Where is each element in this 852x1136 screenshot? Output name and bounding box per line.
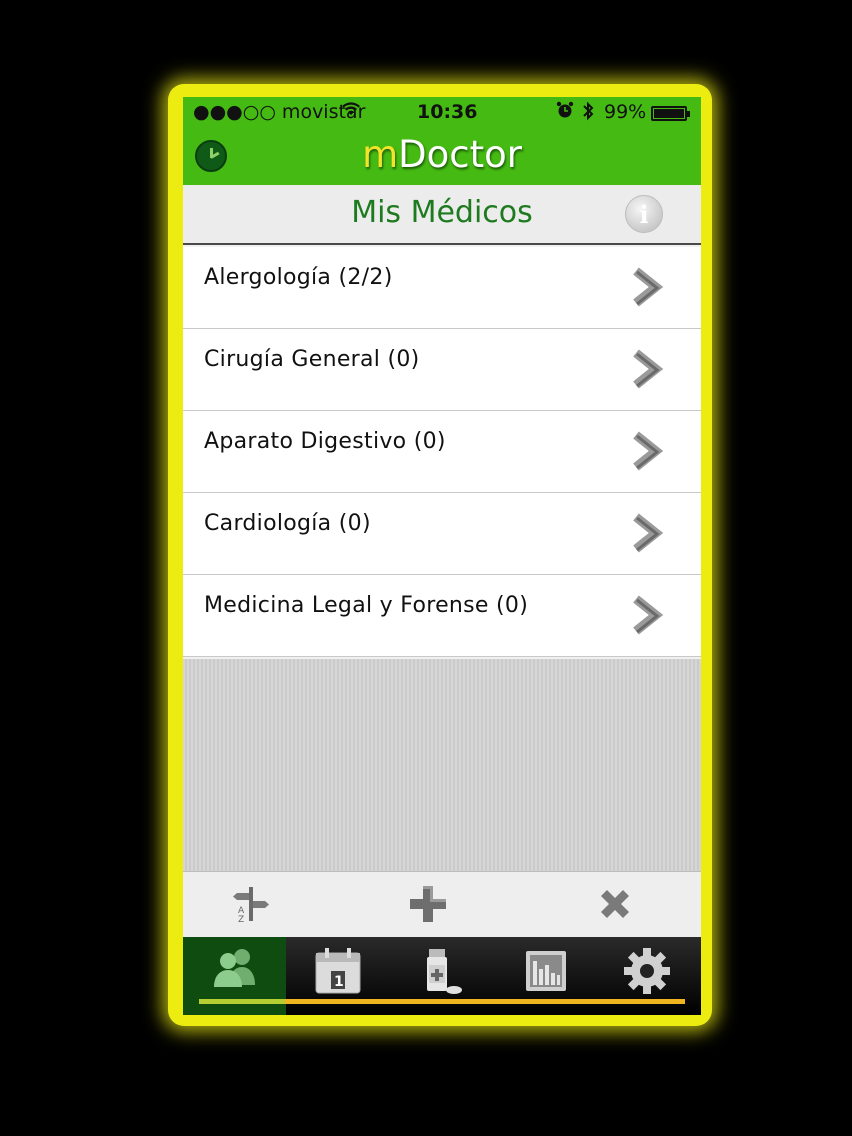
chevron-right-icon — [633, 431, 664, 471]
page-title: Mis Médicos — [351, 195, 533, 230]
sort-az-icon[interactable]: A Z — [231, 884, 271, 924]
chevron-right-icon — [633, 513, 664, 553]
top-bar: ●●●○○ movistar 10:36 99% mDoctor — [183, 97, 701, 185]
app-title: mDoctor — [183, 133, 701, 176]
chevron-right-icon — [633, 267, 664, 307]
section-header: Mis Médicos i — [183, 185, 701, 245]
info-icon[interactable]: i — [625, 195, 663, 233]
settings-icon — [624, 948, 670, 994]
chevron-right-icon — [633, 595, 664, 635]
doctors-icon — [214, 949, 255, 987]
list-item-label: Cirugía General (0) — [204, 347, 420, 372]
tab-bar: 1 — [183, 937, 701, 1015]
tab-indicator-active — [199, 999, 285, 1004]
list-item[interactable]: Cardiología (0) — [183, 493, 701, 575]
status-bar: ●●●○○ movistar 10:36 99% — [183, 97, 701, 129]
empty-list-area — [183, 659, 701, 871]
list-item-label: Alergología (2/2) — [204, 265, 393, 290]
list-item[interactable]: Alergología (2/2) — [183, 247, 701, 329]
alarm-icon — [556, 101, 574, 124]
list-item[interactable]: Medicina Legal y Forense (0) — [183, 575, 701, 657]
svg-text:Z: Z — [238, 915, 244, 924]
app-title-m: m — [362, 133, 399, 176]
battery-icon — [651, 106, 690, 121]
list-item[interactable]: Cirugía General (0) — [183, 329, 701, 411]
medication-icon — [427, 949, 462, 994]
calendar-day: 1 — [334, 974, 344, 990]
carrier-label: ●●●○○ movistar — [193, 101, 366, 123]
list-item-label: Cardiología (0) — [204, 511, 371, 536]
list-item[interactable]: Aparato Digestivo (0) — [183, 411, 701, 493]
app-title-rest: Doctor — [398, 133, 522, 176]
add-icon[interactable] — [408, 884, 448, 924]
chevron-right-icon — [633, 349, 664, 389]
list-item-label: Medicina Legal y Forense (0) — [204, 593, 529, 618]
battery-percent: 99% — [604, 101, 647, 123]
calendar-icon: 1 — [315, 948, 361, 994]
time-label: 10:36 — [417, 101, 478, 123]
wifi-icon — [341, 101, 361, 122]
statistics-icon — [526, 951, 566, 991]
battery-fill — [654, 109, 684, 118]
app-screen: ●●●○○ movistar 10:36 99% mDoctor Mis Méd… — [183, 97, 701, 1015]
delete-icon[interactable] — [595, 884, 635, 924]
list-item-label: Aparato Digestivo (0) — [204, 429, 446, 454]
bottom-toolbar: A Z — [183, 871, 701, 937]
specialty-list: Alergología (2/2) Cirugía General (0) Ap… — [183, 247, 701, 657]
bluetooth-icon — [581, 101, 595, 126]
